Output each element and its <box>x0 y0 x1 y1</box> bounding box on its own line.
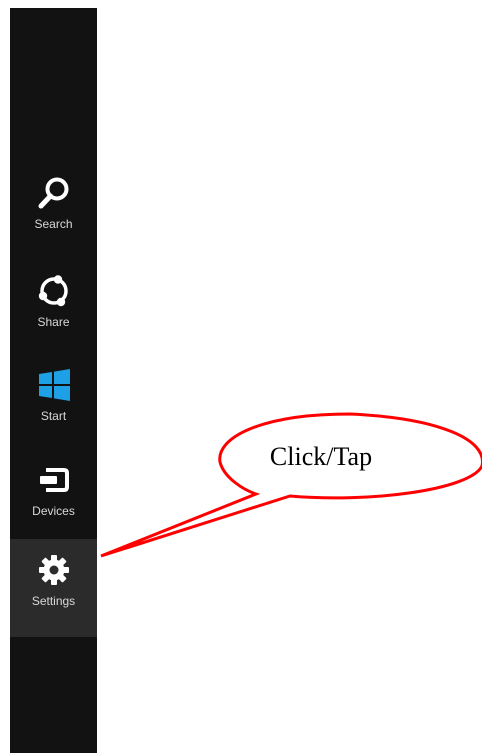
charm-devices[interactable]: Devices <box>10 449 97 547</box>
callout-text: Click/Tap <box>269 442 373 471</box>
devices-icon <box>40 468 69 492</box>
search-icon <box>38 177 69 209</box>
charm-label-devices: Devices <box>32 504 75 518</box>
gear-icon <box>39 555 69 585</box>
charm-search[interactable]: Search <box>10 162 97 260</box>
charm-share[interactable]: Share <box>10 260 97 358</box>
screenshot-stage: Search Share Start Devices Settings Clic… <box>0 0 482 753</box>
windows-logo-icon <box>39 369 70 401</box>
charm-label-search: Search <box>34 217 73 231</box>
charms-bar: Search Share Start Devices Settings <box>10 8 97 753</box>
charm-label-share: Share <box>37 315 70 329</box>
charm-label-settings: Settings <box>31 594 76 608</box>
charm-settings[interactable]: Settings <box>10 539 97 637</box>
charm-start[interactable]: Start <box>10 354 97 452</box>
share-icon <box>38 275 68 307</box>
charm-label-start: Start <box>40 409 67 423</box>
